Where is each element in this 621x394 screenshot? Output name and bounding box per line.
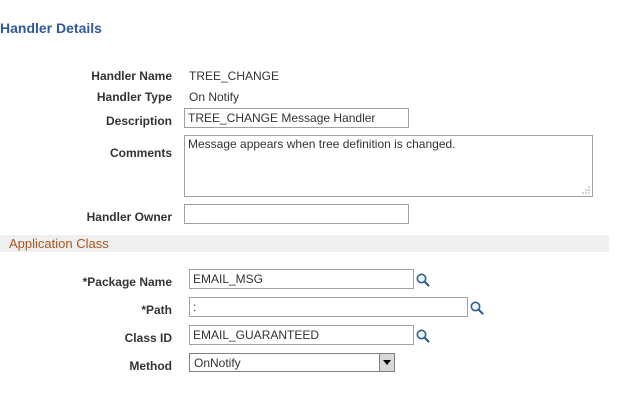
package-name-lookup-icon[interactable]: [415, 272, 431, 288]
path-field[interactable]: [189, 297, 468, 317]
handler-type-value: On Notify: [189, 90, 240, 104]
comments-textarea[interactable]: Message appears when tree definition is …: [184, 135, 593, 197]
class-id-lookup-icon[interactable]: [415, 328, 431, 344]
description-field[interactable]: [184, 108, 409, 128]
class-id-label: Class ID: [124, 331, 172, 345]
package-name-label: *Package Name: [82, 275, 172, 289]
handler-owner-field[interactable]: [184, 204, 409, 224]
path-lookup-icon[interactable]: [469, 300, 485, 316]
application-class-section-header: Application Class: [0, 235, 609, 252]
handler-name-value: TREE_CHANGE: [189, 69, 280, 83]
path-label: *Path: [141, 303, 172, 317]
handler-type-label: Handler Type: [96, 90, 172, 104]
package-name-field[interactable]: [189, 269, 414, 289]
page-title: Handler Details: [0, 20, 102, 36]
comments-label: Comments: [109, 146, 172, 160]
method-select[interactable]: OnNotify: [189, 353, 395, 372]
handler-name-label: Handler Name: [91, 69, 172, 83]
class-id-field[interactable]: [189, 325, 414, 345]
method-selected-value: OnNotify: [194, 356, 241, 370]
method-label: Method: [129, 359, 172, 373]
chevron-down-icon[interactable]: [379, 354, 394, 371]
resize-grip-icon[interactable]: [580, 185, 590, 195]
handler-owner-label: Handler Owner: [86, 210, 172, 224]
description-label: Description: [105, 114, 172, 128]
application-class-section-title: Application Class: [9, 236, 109, 251]
